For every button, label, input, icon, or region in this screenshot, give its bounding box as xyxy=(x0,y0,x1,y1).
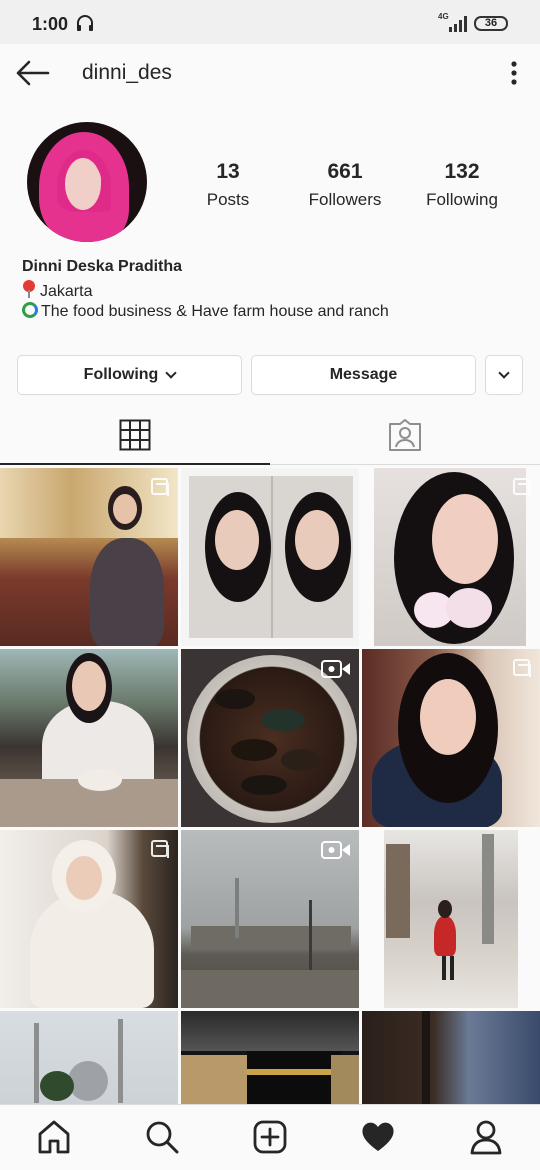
signal-icon xyxy=(449,16,467,32)
post-thumbnail[interactable] xyxy=(0,468,178,646)
back-arrow-icon[interactable] xyxy=(14,58,50,88)
recycle-emoji-icon xyxy=(22,302,38,318)
post-thumbnail[interactable] xyxy=(181,468,359,646)
profile-bio: The food business & Have farm house and … xyxy=(22,302,389,321)
post-thumbnail[interactable] xyxy=(0,830,178,1008)
active-tab-indicator xyxy=(0,463,270,465)
profile-bio-text: The food business & Have farm house and … xyxy=(41,303,389,320)
post-thumbnail[interactable] xyxy=(0,649,178,827)
profile-avatar[interactable] xyxy=(27,122,147,242)
followers-count-label: Followers xyxy=(308,190,382,209)
top-bar: dinni_des xyxy=(0,44,540,102)
more-options-icon[interactable] xyxy=(506,60,522,86)
chevron-down-icon xyxy=(498,366,510,379)
tab-tagged[interactable] xyxy=(270,404,540,466)
post-thumbnail[interactable] xyxy=(181,1011,359,1104)
following-button[interactable]: Following xyxy=(17,355,242,395)
posts-count[interactable]: 13 Posts xyxy=(168,160,288,210)
activity-heart-icon[interactable] xyxy=(360,1119,396,1155)
suggested-accounts-button[interactable] xyxy=(485,355,523,395)
post-thumbnail[interactable] xyxy=(362,1011,540,1104)
following-count-number: 132 xyxy=(444,160,480,183)
status-bar: 1:00 4G 36 xyxy=(0,0,540,44)
post-thumbnail[interactable] xyxy=(362,830,540,1008)
post-grid xyxy=(0,468,540,1104)
add-post-icon[interactable] xyxy=(252,1119,288,1155)
post-thumbnail[interactable] xyxy=(181,649,359,827)
following-count[interactable]: 132 Following xyxy=(402,160,522,210)
profile-username: dinni_des xyxy=(82,61,172,84)
profile-icon[interactable] xyxy=(468,1119,504,1155)
video-icon xyxy=(321,841,350,859)
search-icon[interactable] xyxy=(144,1119,180,1155)
profile-location: Jakarta xyxy=(22,280,92,301)
grid-icon xyxy=(119,419,151,451)
status-time: 1:00 xyxy=(32,14,69,34)
post-thumbnail[interactable] xyxy=(181,830,359,1008)
carousel-icon xyxy=(513,659,531,677)
followers-count-number: 661 xyxy=(327,160,363,183)
carousel-icon xyxy=(151,478,169,496)
carousel-icon xyxy=(151,840,169,858)
home-icon[interactable] xyxy=(36,1119,72,1155)
posts-count-label: Posts xyxy=(206,190,250,209)
profile-location-text: Jakarta xyxy=(40,283,93,300)
tagged-icon xyxy=(389,419,421,451)
chevron-down-icon xyxy=(165,366,177,379)
message-button[interactable]: Message xyxy=(251,355,476,395)
following-count-label: Following xyxy=(426,190,498,209)
video-icon xyxy=(321,660,350,678)
battery-indicator: 36 xyxy=(474,16,508,31)
tab-posts-grid[interactable] xyxy=(0,404,270,466)
headset-icon xyxy=(77,15,93,31)
post-thumbnail[interactable] xyxy=(362,468,540,646)
posts-count-number: 13 xyxy=(216,160,240,183)
post-thumbnail[interactable] xyxy=(0,1011,178,1104)
carousel-icon xyxy=(513,478,531,496)
message-button-label: Message xyxy=(329,366,398,383)
followers-count[interactable]: 661 Followers xyxy=(285,160,405,210)
location-pin-icon xyxy=(22,280,36,298)
post-thumbnail[interactable] xyxy=(362,649,540,827)
profile-display-name: Dinni Deska Praditha xyxy=(22,258,183,275)
bottom-navigation xyxy=(0,1104,540,1170)
following-button-label: Following xyxy=(83,366,159,383)
